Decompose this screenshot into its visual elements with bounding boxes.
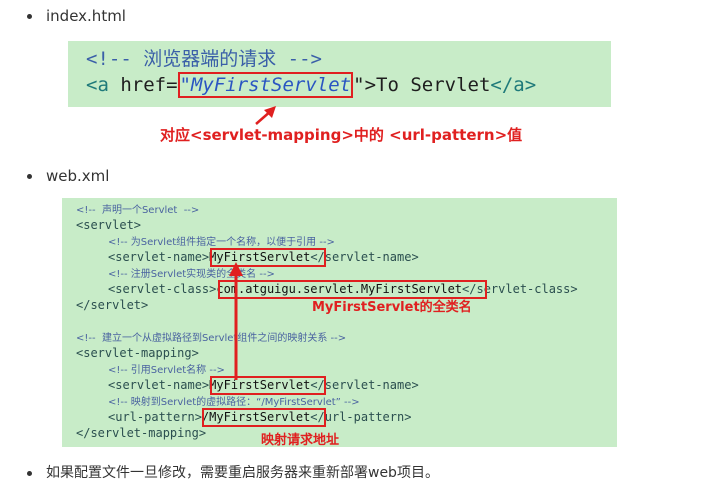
code-a-close: </a> bbox=[490, 74, 537, 96]
code-line: </servlet> bbox=[76, 298, 149, 312]
code-block-html: <!-- 浏览器端的请求 --> <a href= "MyFirstServlet… bbox=[68, 41, 611, 107]
annotation-fullname: MyFirstServlet的全类名 bbox=[312, 300, 472, 315]
bullet-index-html: index.html bbox=[46, 7, 126, 25]
code-line: <!-- 注册Servlet实现类的全类名 --> bbox=[108, 269, 275, 280]
highlight-url-pattern bbox=[202, 408, 326, 427]
code-line: <servlet> bbox=[76, 218, 142, 232]
code-a-open: <a bbox=[86, 74, 121, 96]
code-close-quote: "> bbox=[353, 74, 377, 96]
code-line: <!-- 为Servlet组件指定一个名称，以便于引用 --> bbox=[108, 237, 335, 248]
annotation-mapping: 映射请求地址 bbox=[261, 433, 340, 448]
code-line: <!-- 映射到Servlet的虚拟路径：“/MyFirstServlet” -… bbox=[108, 397, 360, 408]
code-href: href= bbox=[120, 74, 178, 96]
bullet-dot bbox=[27, 14, 32, 19]
code-line: <servlet-mapping> bbox=[76, 346, 199, 360]
code-anchor-line: <a href= "MyFirstServlet ">To Servlet</a> bbox=[86, 72, 537, 98]
code-line: </servlet-mapping> bbox=[76, 426, 207, 440]
bullet-dot bbox=[27, 471, 32, 476]
code-line: <!-- 引用Servlet名称 --> bbox=[108, 365, 225, 376]
code-link-text: To Servlet bbox=[376, 74, 491, 96]
code-comment: <!-- 浏览器端的请求 --> bbox=[86, 48, 322, 70]
code-block-webxml: <!-- 声明一个Servlet --> <servlet> <!-- 为Ser… bbox=[62, 198, 617, 447]
bullet-note: 如果配置文件一旦修改，需要重启服务器来重新部署web项目。 bbox=[46, 465, 439, 481]
arrow-up-icon bbox=[255, 106, 276, 125]
arrow-up-icon bbox=[229, 262, 243, 380]
code-line: <!-- 建立一个从虚拟路径到Servlet组件之间的映射关系 --> bbox=[76, 333, 347, 344]
annotation-url-pattern: 对应<servlet-mapping>中的 <url-pattern>值 bbox=[160, 126, 523, 144]
code-line: <!-- 声明一个Servlet --> bbox=[76, 205, 200, 216]
bullet-web-xml: web.xml bbox=[46, 167, 110, 185]
href-value-box: "MyFirstServlet bbox=[177, 72, 354, 98]
bullet-dot bbox=[27, 174, 32, 179]
